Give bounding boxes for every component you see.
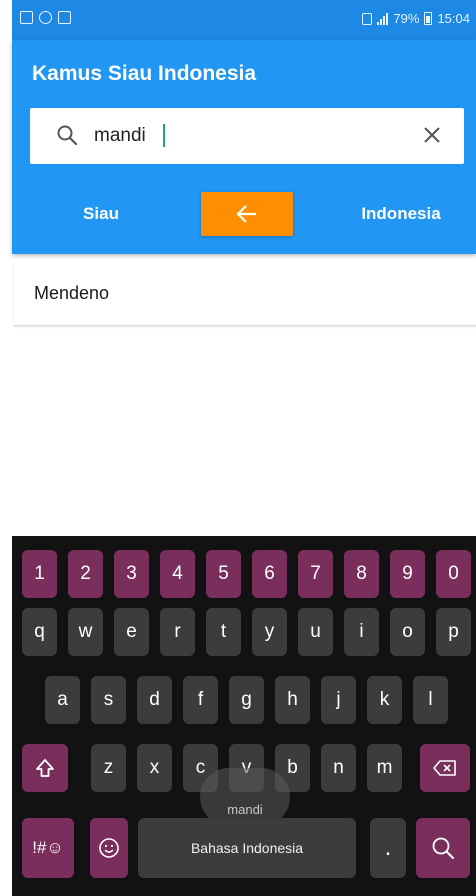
period-key[interactable]: . [370, 818, 406, 878]
key-m[interactable]: m [367, 744, 402, 792]
status-bar: 79% 15:04 [12, 0, 476, 40]
battery-percent: 79% [393, 11, 420, 26]
swap-language-button[interactable] [201, 192, 293, 236]
language-selector: Siau Indonesia [12, 190, 476, 238]
key-j[interactable]: j [321, 676, 356, 724]
search-icon [57, 125, 78, 146]
key-w[interactable]: w [68, 608, 103, 656]
arrow-left-icon [236, 205, 256, 223]
wifi-download-icon [58, 11, 71, 24]
key-1[interactable]: 1 [22, 550, 57, 598]
shift-icon [36, 759, 54, 777]
battery-icon [424, 12, 433, 25]
key-3[interactable]: 3 [114, 550, 149, 598]
text-cursor [163, 124, 165, 147]
key-t[interactable]: t [206, 608, 241, 656]
key-4[interactable]: 4 [160, 550, 195, 598]
emoji-icon [99, 838, 119, 858]
space-key[interactable]: Bahasa Indonesia [138, 818, 356, 878]
close-icon[interactable] [422, 125, 442, 145]
key-7[interactable]: 7 [298, 550, 333, 598]
key-8[interactable]: 8 [344, 550, 379, 598]
app-title: Kamus Siau Indonesia [32, 62, 257, 85]
signal-icon [377, 12, 389, 25]
list-item[interactable]: Mendeno [14, 260, 476, 326]
key-s[interactable]: s [91, 676, 126, 724]
emoji-key[interactable] [90, 818, 128, 878]
backspace-icon [433, 760, 456, 776]
search-icon [432, 837, 454, 859]
key-z[interactable]: z [91, 744, 126, 792]
key-x[interactable]: x [137, 744, 172, 792]
gallery-icon [20, 11, 33, 24]
key-0[interactable]: 0 [436, 550, 471, 598]
key-u[interactable]: u [298, 608, 333, 656]
system-status: 79% 15:04 [362, 11, 470, 26]
key-g[interactable]: g [229, 676, 264, 724]
key-e[interactable]: e [114, 608, 149, 656]
key-n[interactable]: n [321, 744, 356, 792]
result-list: Mendeno [14, 260, 476, 326]
search-bar[interactable] [30, 108, 464, 164]
key-y[interactable]: y [252, 608, 287, 656]
key-p[interactable]: p [436, 608, 471, 656]
key-a[interactable]: a [45, 676, 80, 724]
target-language[interactable]: Indonesia [336, 204, 466, 224]
sim-icon [362, 12, 373, 25]
notification-icons [20, 11, 71, 24]
clock: 15:04 [437, 11, 470, 26]
key-l[interactable]: l [413, 676, 448, 724]
app-header: Kamus Siau Indonesia Siau Indonesia [12, 40, 476, 254]
search-input[interactable] [94, 122, 414, 150]
key-i[interactable]: i [344, 608, 379, 656]
key-d[interactable]: d [137, 676, 172, 724]
shift-key[interactable] [22, 744, 68, 792]
symbols-key[interactable]: !#☺ [22, 818, 74, 878]
key-9[interactable]: 9 [390, 550, 425, 598]
key-h[interactable]: h [275, 676, 310, 724]
backspace-key[interactable] [420, 744, 470, 792]
sync-icon [39, 11, 52, 24]
key-6[interactable]: 6 [252, 550, 287, 598]
search-key[interactable] [416, 818, 470, 878]
key-f[interactable]: f [183, 676, 218, 724]
key-2[interactable]: 2 [68, 550, 103, 598]
space-key-label: Bahasa Indonesia [190, 840, 304, 856]
key-r[interactable]: r [160, 608, 195, 656]
key-k[interactable]: k [367, 676, 402, 724]
key-q[interactable]: q [22, 608, 57, 656]
source-language[interactable]: Siau [56, 204, 146, 224]
key-5[interactable]: 5 [206, 550, 241, 598]
keyboard: 1 2 3 4 5 6 7 8 9 0 q w e r t y u i o p … [12, 536, 476, 896]
key-o[interactable]: o [390, 608, 425, 656]
